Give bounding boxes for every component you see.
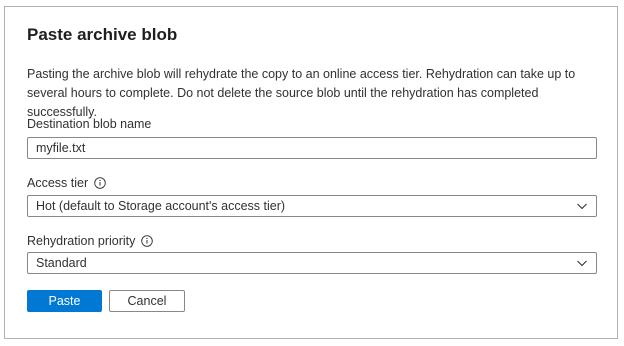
chevron-down-icon	[576, 200, 588, 212]
access-tier-info-icon[interactable]	[94, 177, 106, 189]
access-tier-selected-value: Hot (default to Storage account's access…	[36, 199, 286, 213]
rehydration-priority-dropdown[interactable]: Standard	[27, 252, 597, 274]
destination-blob-name-label: Destination blob name	[27, 117, 151, 131]
destination-blob-name-label-text: Destination blob name	[27, 117, 152, 131]
dialog-title: Paste archive blob	[27, 25, 178, 44]
paste-archive-blob-dialog: Paste archive blob Pasting the archive b…	[4, 6, 618, 339]
rehydration-priority-label: Rehydration priority	[27, 234, 154, 248]
dialog-description: Pasting the archive blob will rehydrate …	[27, 67, 576, 119]
destination-blob-name-input[interactable]	[27, 137, 597, 159]
rehydration-priority-label-text: Rehydration priority	[27, 234, 136, 248]
access-tier-label: Access tier	[27, 176, 106, 190]
rehydration-priority-info-icon[interactable]	[141, 235, 154, 247]
access-tier-dropdown[interactable]: Hot (default to Storage account's access…	[27, 195, 597, 217]
cancel-button[interactable]: Cancel	[109, 290, 185, 312]
paste-button[interactable]: Paste	[27, 290, 102, 312]
chevron-down-icon	[576, 257, 588, 269]
access-tier-label-text: Access tier	[27, 176, 89, 190]
rehydration-priority-selected-value: Standard	[36, 256, 87, 270]
